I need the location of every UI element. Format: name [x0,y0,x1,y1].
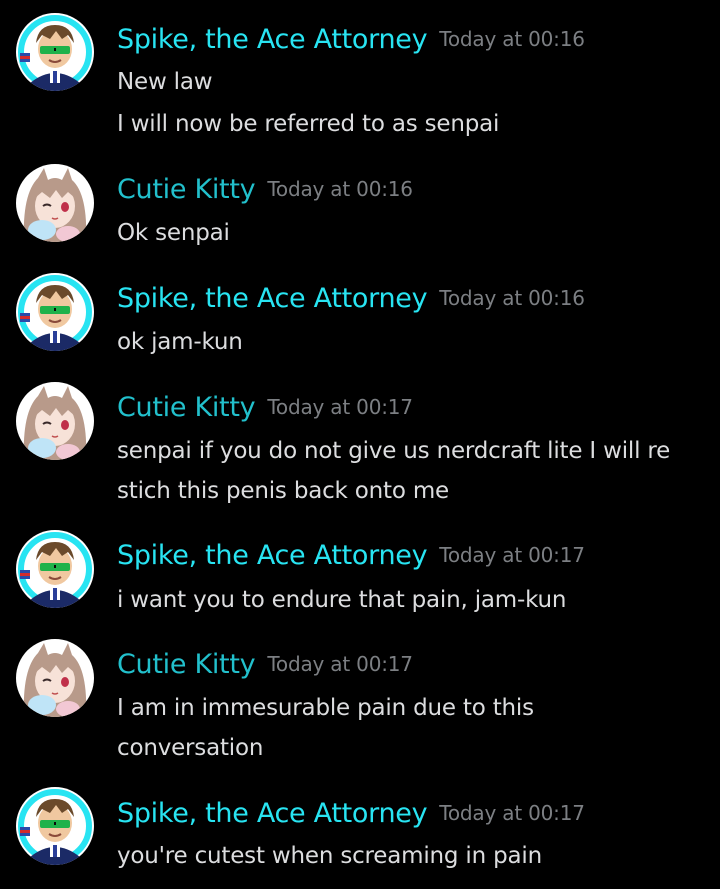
author-name-text[interactable]: Cutie Kitty [117,174,256,205]
author-name-text[interactable]: Cutie Kitty [117,392,256,423]
message-text: New law [117,69,213,95]
author-name[interactable]: Spike, the Ace Attorney Today at 00:17 [117,800,585,827]
author-name[interactable]: Spike, the Ace Attorney Today at 00:16 [117,26,585,53]
timestamp: Today at 00:16 [267,177,413,201]
chat-messages: Spike, the Ace Attorney Today at 00:16 Ne… [0,0,720,889]
avatar[interactable] [16,382,94,460]
message-text: stich this penis back onto me [117,478,449,504]
message-text: conversation [117,735,264,761]
author-name-text[interactable]: Spike, the Ace Attorney [117,283,428,314]
avatar[interactable] [16,787,94,865]
timestamp: Today at 00:17 [267,395,413,419]
author-name[interactable]: Spike, the Ace Attorney Today at 00:16 [117,285,585,312]
avatar[interactable] [16,530,94,608]
author-name-text[interactable]: Cutie Kitty [117,649,256,680]
timestamp: Today at 00:16 [439,27,585,51]
timestamp: Today at 00:16 [439,286,585,310]
avatar[interactable] [16,13,94,91]
message-text: I am in immesurable pain due to this [117,695,534,721]
author-name-text[interactable]: Spike, the Ace Attorney [117,540,428,571]
message-text: ok jam-kun [117,329,243,355]
author-name[interactable]: Spike, the Ace Attorney Today at 00:17 [117,542,585,569]
author-name-text[interactable]: Spike, the Ace Attorney [117,24,428,55]
message-text: Ok senpai [117,220,230,246]
timestamp: Today at 00:17 [439,543,585,567]
avatar[interactable] [16,639,94,717]
avatar[interactable] [16,273,94,351]
author-name[interactable]: Cutie Kitty Today at 00:16 [117,176,413,203]
message-text: senpai if you do not give us nerdcraft l… [117,438,671,464]
timestamp: Today at 00:17 [267,652,413,676]
message-text: you're cutest when screaming in pain [117,843,542,869]
message-text: i want you to endure that pain, jam-kun [117,587,567,613]
message-text: I will now be referred to as senpai [117,111,500,137]
author-name[interactable]: Cutie Kitty Today at 00:17 [117,651,413,678]
timestamp: Today at 00:17 [439,801,585,825]
avatar[interactable] [16,164,94,242]
author-name-text[interactable]: Spike, the Ace Attorney [117,798,428,829]
author-name[interactable]: Cutie Kitty Today at 00:17 [117,394,413,421]
